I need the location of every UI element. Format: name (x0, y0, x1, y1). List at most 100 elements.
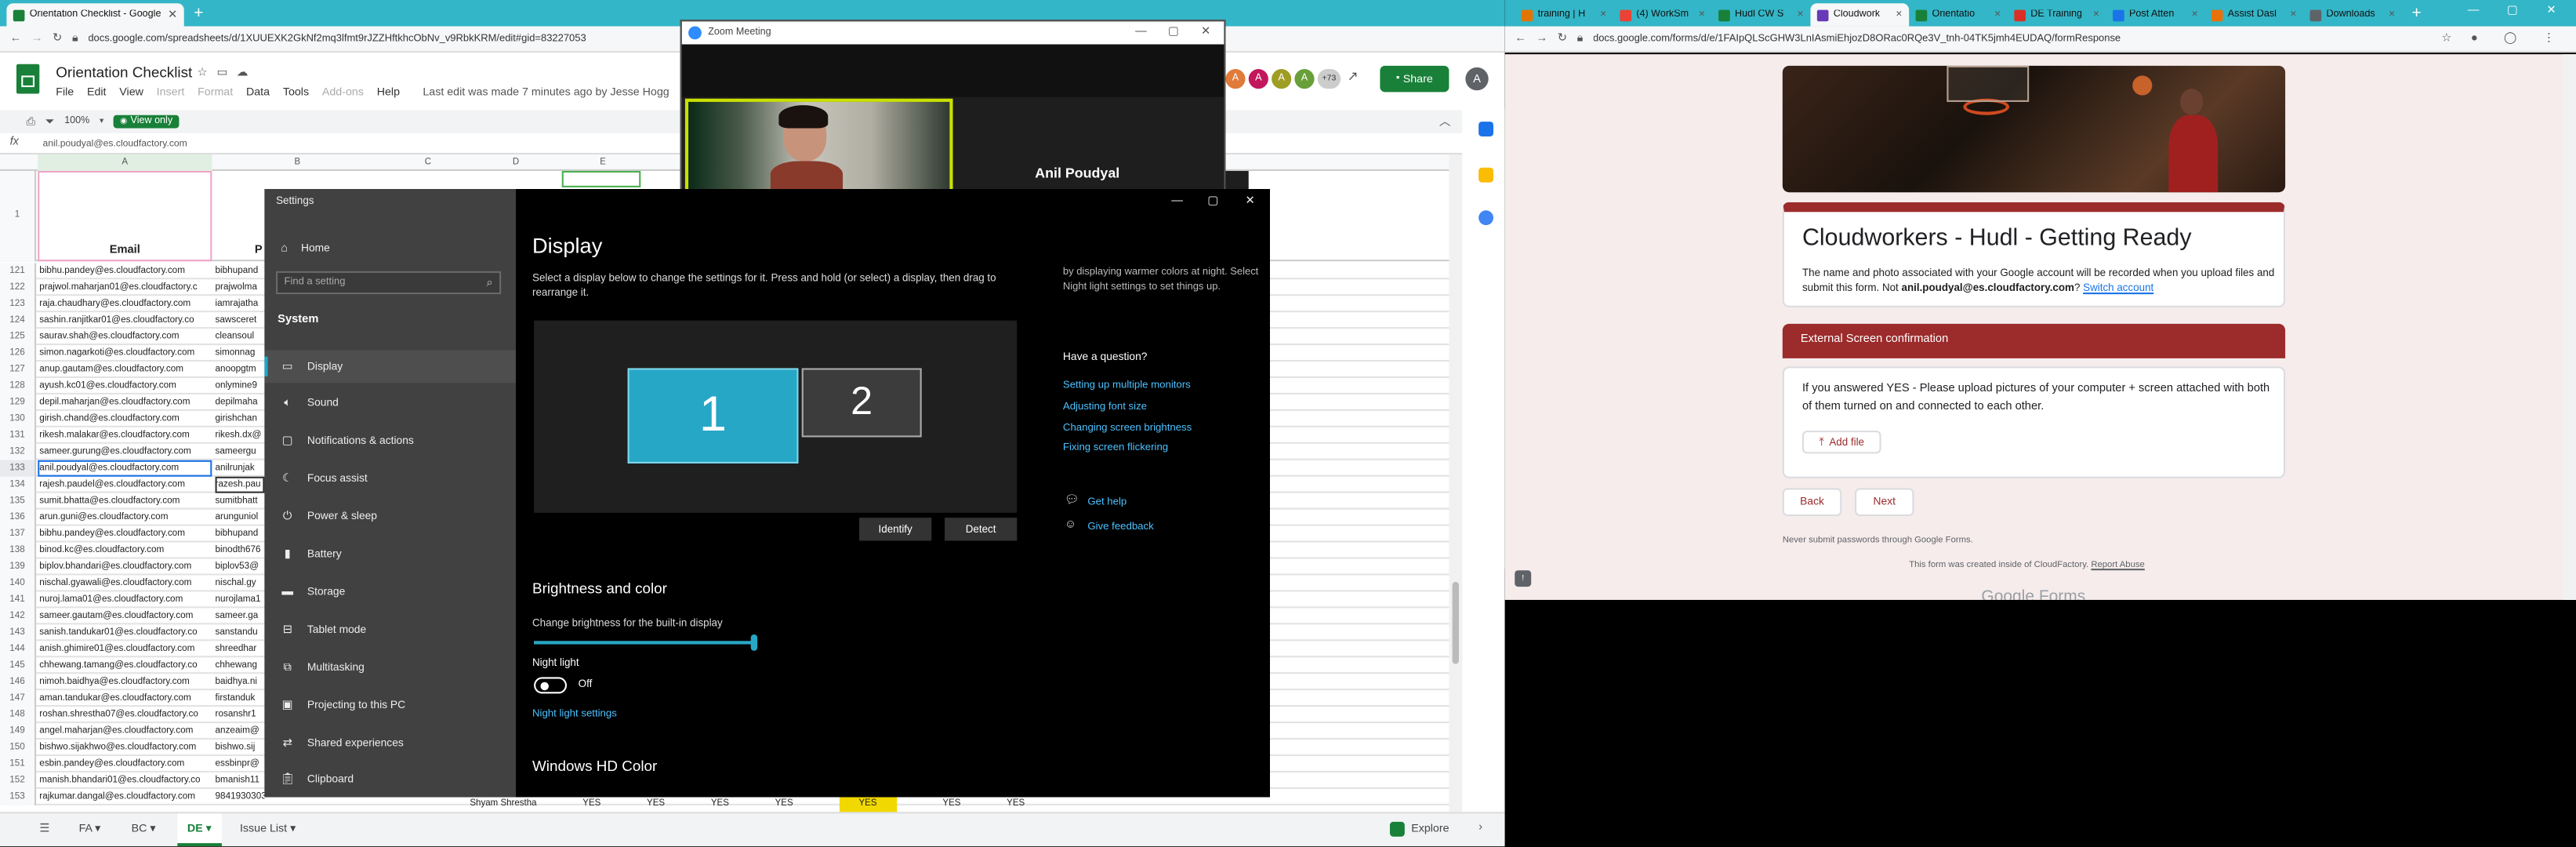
close-tab-icon[interactable]: ✕ (1600, 10, 1607, 19)
username-cell[interactable]: binodth676 (216, 543, 265, 559)
sheet-tab-de[interactable]: DE ▾ (177, 813, 222, 847)
menu-data[interactable]: Data (246, 87, 270, 99)
row-number[interactable]: 140 (0, 575, 37, 592)
sidebar-item-battery[interactable]: ▮ Battery (264, 538, 516, 571)
sidebar-item-shared-experiences[interactable]: ⇄ Shared experiences (264, 726, 516, 759)
settings-search[interactable]: Find a setting ⌕ (276, 271, 502, 295)
row-number[interactable]: 123 (0, 296, 37, 313)
email-cell[interactable]: nischal.gyawali@es.cloudfactory.com (38, 575, 212, 591)
report-flag-icon[interactable]: ! (1515, 570, 1532, 587)
sidebar-item-tablet-mode[interactable]: ⊟ Tablet mode (264, 613, 516, 646)
doc-title[interactable]: Orientation Checklist (56, 64, 192, 81)
email-cell[interactable]: arun.guni@es.cloudfactory.com (38, 510, 212, 526)
get-help-link[interactable]: Get help (1087, 496, 1127, 508)
sidebar-item-power-sleep[interactable]: ⏻ Power & sleep (264, 500, 516, 533)
zoom-select[interactable]: 100% (64, 117, 89, 127)
new-tab-icon[interactable]: + (2411, 5, 2421, 23)
close-tab-icon[interactable]: ✕ (1994, 10, 2001, 19)
new-tab-icon[interactable]: + (194, 5, 203, 23)
avatar[interactable]: A (1248, 69, 1268, 89)
email-cell[interactable]: biplov.bhandari@es.cloudfactory.com (38, 559, 212, 576)
username-cell[interactable]: depilmaha (216, 394, 265, 411)
back-button[interactable]: Back (1782, 488, 1842, 517)
sidebar-item-sound[interactable]: 🔈︎ Sound (264, 387, 516, 420)
username-cell[interactable]: rosanshr1 (216, 707, 265, 723)
activity-trend-icon[interactable]: ↗ (1347, 70, 1358, 84)
row-number[interactable]: 121 (0, 263, 37, 280)
night-light-settings-link[interactable]: Night light settings (532, 708, 617, 720)
cell[interactable]: Shyam Shrestha (470, 795, 536, 812)
cell[interactable]: YES (582, 795, 600, 812)
close-icon[interactable]: ✕ (1246, 195, 1255, 207)
keep-icon[interactable] (1478, 167, 1493, 183)
row-number[interactable]: 1 (0, 170, 37, 262)
monitor-1[interactable]: 1 (627, 368, 799, 463)
row-number[interactable]: 131 (0, 427, 37, 444)
email-cell[interactable]: raja.chaudhary@es.cloudfactory.com (38, 296, 212, 312)
row-number[interactable]: 151 (0, 756, 37, 772)
switch-account-link[interactable]: Switch account (2083, 282, 2153, 294)
sidebar-item-notifications-actions[interactable]: ▢ Notifications & actions (264, 425, 516, 458)
username-cell[interactable]: sumitbhatt (216, 493, 265, 510)
tab-orientation-checklist[interactable]: Orientation Checklist - Google Sh ✕ (6, 3, 184, 27)
username-cell[interactable]: iamrajatha (216, 296, 265, 312)
menu-format[interactable]: Format (198, 87, 233, 99)
menu-help[interactable]: Help (377, 87, 400, 99)
username-cell[interactable]: sameer.ga (216, 608, 265, 624)
extensions-icon[interactable]: ● (2471, 33, 2478, 45)
username-cell[interactable]: firstanduk (216, 690, 265, 707)
back-icon[interactable]: ← (1515, 33, 1526, 45)
minimize-icon[interactable]: — (1171, 195, 1183, 207)
email-cell[interactable]: rajkumar.dangal@es.cloudfactory.com (38, 789, 212, 805)
sheet-tab-fa[interactable]: FA ▾ (79, 822, 101, 835)
participant-tile[interactable]: Anil Poudyal (956, 98, 1225, 190)
sidebar-item-display[interactable]: ▭ Display (264, 350, 517, 384)
email-cell[interactable]: angel.maharjan@es.cloudfactory.com (38, 723, 212, 740)
close-tab-icon[interactable]: ✕ (2290, 10, 2297, 19)
monitor-2[interactable]: 2 (801, 368, 922, 438)
browser-tab[interactable]: training | H ✕ (1515, 3, 1613, 26)
sidebar-item-projecting-to-this-pc[interactable]: ▣ Projecting to this PC (264, 689, 516, 722)
formula-value[interactable]: anil.poudyal@es.cloudfactory.com (42, 136, 187, 154)
row-number[interactable]: 128 (0, 378, 37, 394)
username-cell[interactable]: sameergu (216, 444, 265, 460)
minimize-icon[interactable]: — (2468, 5, 2480, 16)
row-number[interactable]: 146 (0, 674, 37, 691)
email-cell[interactable]: roshan.shrestha07@es.cloudfactory.co (38, 707, 212, 723)
maximize-icon[interactable]: ▢ (2507, 5, 2518, 16)
row-number[interactable]: 142 (0, 608, 37, 625)
row-number[interactable]: 144 (0, 641, 37, 658)
close-tab-icon[interactable]: ✕ (1896, 10, 1903, 19)
email-cell[interactable]: aman.tandukar@es.cloudfactory.com (38, 690, 212, 707)
email-cell[interactable]: anup.gautam@es.cloudfactory.com (38, 362, 212, 378)
username-cell[interactable]: anilrunjak (216, 460, 265, 477)
row-number[interactable]: 122 (0, 279, 37, 296)
row-number[interactable]: 134 (0, 476, 37, 493)
filter-icon[interactable]: ⏷ (45, 116, 55, 128)
browser-tab[interactable]: Cloudwork ✕ (1810, 3, 1910, 27)
row-number[interactable]: 130 (0, 410, 37, 427)
reload-icon[interactable]: ↻ (53, 33, 62, 45)
close-tab-icon[interactable]: ✕ (168, 9, 177, 21)
username-cell[interactable]: chhewang (216, 657, 265, 674)
vertical-scrollbar[interactable] (1449, 154, 1463, 812)
sidebar-item-storage[interactable]: ▬ Storage (264, 576, 516, 609)
username-cell[interactable]: sawsceret (216, 312, 265, 329)
row-number[interactable]: 136 (0, 509, 37, 526)
col-header-c[interactable]: C (383, 154, 473, 171)
row-number[interactable]: 138 (0, 542, 37, 559)
right-url[interactable]: docs.google.com/forms/d/e/1FAIpQLScGHW3L… (1593, 33, 2415, 45)
username-cell[interactable]: baidhya.ni (216, 674, 265, 690)
explore-button[interactable]: Explore (1389, 821, 1449, 837)
username-cell[interactable]: essbinpr@ (216, 756, 265, 772)
close-tab-icon[interactable]: ✕ (2092, 10, 2099, 19)
back-icon[interactable]: ← (10, 33, 22, 45)
cell[interactable]: YES (775, 795, 793, 812)
email-cell[interactable]: sameer.gurung@es.cloudfactory.com (38, 444, 212, 460)
menu-file[interactable]: File (56, 87, 74, 99)
menu-insert[interactable]: Insert (157, 87, 185, 99)
email-cell[interactable]: chhewang.tamang@es.cloudfactory.co (38, 657, 212, 674)
browser-tab[interactable]: Downloads ✕ (2303, 3, 2402, 26)
avatar[interactable]: A (1272, 69, 1292, 89)
profile-avatar[interactable]: A (1465, 67, 1489, 91)
